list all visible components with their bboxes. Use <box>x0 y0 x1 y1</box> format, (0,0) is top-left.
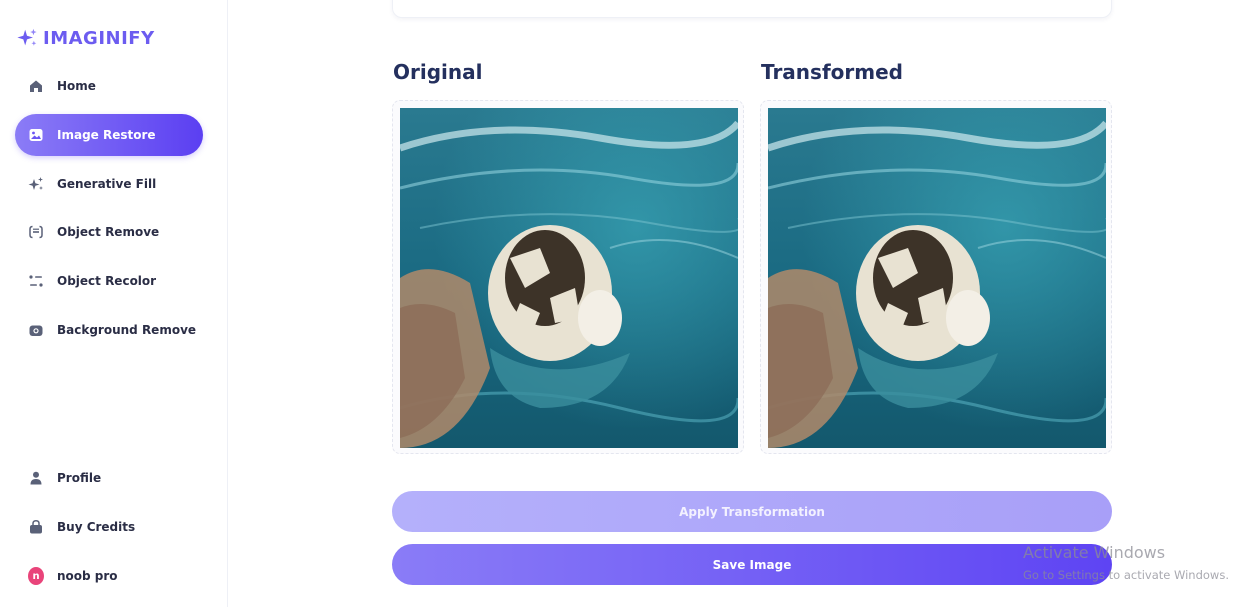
sidebar-item-label: Buy Credits <box>57 520 136 534</box>
sidebar-item-generative-fill[interactable]: Generative Fill <box>15 163 203 205</box>
filter-icon <box>28 273 44 289</box>
sidebar-item-object-remove[interactable]: Object Remove <box>15 211 203 253</box>
sidebar-item-object-recolor[interactable]: Object Recolor <box>15 260 203 302</box>
transformed-heading: Transformed <box>761 60 903 84</box>
original-image <box>400 108 738 448</box>
apply-transformation-button[interactable]: Apply Transformation <box>392 491 1112 532</box>
stars-icon <box>28 176 44 192</box>
sidebar-item-label: Profile <box>57 471 102 485</box>
sidebar-item-label: Background Remove <box>57 323 197 337</box>
user-avatar: n <box>28 567 44 585</box>
camera-icon <box>28 322 44 338</box>
transformed-image-card[interactable] <box>760 100 1112 454</box>
sidebar-item-label: Generative Fill <box>57 177 157 191</box>
user-menu[interactable]: n noob pro <box>15 555 203 597</box>
sidebar-item-image-restore[interactable]: Image Restore <box>15 114 203 156</box>
original-image-card[interactable] <box>392 100 744 454</box>
transformed-image <box>768 108 1106 448</box>
image-icon <box>28 127 44 143</box>
sidebar-item-label: Object Remove <box>57 225 160 239</box>
avatar: n <box>28 567 44 585</box>
scan-icon <box>28 224 44 240</box>
sidebar-item-label: Home <box>57 79 96 93</box>
app-name: IMAGINIFY <box>43 27 155 49</box>
original-heading: Original <box>393 60 483 84</box>
sidebar-item-background-remove[interactable]: Background Remove <box>15 309 203 351</box>
app-logo[interactable]: IMAGINIFY <box>16 26 155 50</box>
sidebar-item-home[interactable]: Home <box>15 65 203 107</box>
user-icon <box>28 470 44 486</box>
transformation-form-card <box>392 0 1112 18</box>
user-name: noob pro <box>57 569 118 583</box>
save-image-button[interactable]: Save Image <box>392 544 1112 585</box>
sidebar: IMAGINIFY Home Image Restore Generative … <box>0 0 228 607</box>
sidebar-item-profile[interactable]: Profile <box>15 457 203 499</box>
sidebar-item-label: Image Restore <box>57 128 156 142</box>
home-icon <box>28 78 44 94</box>
bag-icon <box>28 519 44 535</box>
sparkle-logo-icon <box>17 28 37 46</box>
sidebar-item-label: Object Recolor <box>57 274 157 288</box>
sidebar-item-buy-credits[interactable]: Buy Credits <box>15 506 203 548</box>
